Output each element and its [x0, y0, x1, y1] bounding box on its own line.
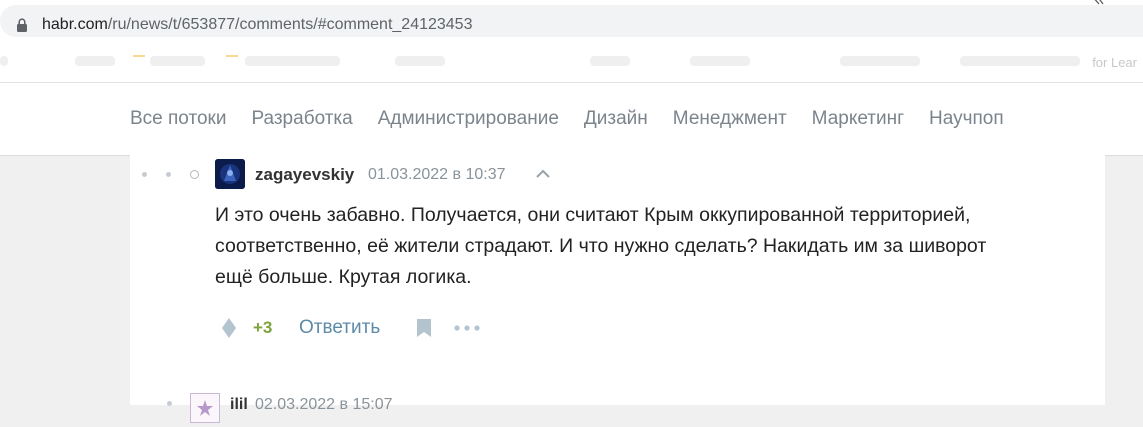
nav-items: Все потоки Разработка Администрирование …: [130, 108, 1029, 130]
bookmark-item[interactable]: [960, 56, 1080, 66]
avatar[interactable]: [190, 393, 220, 423]
comment-line: соответственно, её жители страдают. И чт…: [215, 235, 987, 257]
url-host: habr.com: [42, 16, 108, 33]
comment-author[interactable]: ilil: [230, 396, 248, 414]
bookmark-icon[interactable]: [416, 318, 432, 338]
comment-score: +3: [253, 318, 273, 337]
bookmark-item[interactable]: [75, 56, 115, 66]
nav-item-all-flows[interactable]: Все потоки: [130, 108, 226, 130]
url-field[interactable]: habr.com/ru/news/t/653877/comments/#comm…: [0, 5, 1143, 37]
browser-address-bar: habr.com/ru/news/t/653877/comments/#comm…: [0, 0, 1143, 42]
nav-item-marketing[interactable]: Маркетинг: [812, 108, 904, 130]
comment-timestamp[interactable]: 02.03.2022 в 15:07: [255, 396, 393, 414]
nav-item-administration[interactable]: Администрирование: [378, 108, 559, 130]
flows-navigation: Все потоки Разработка Администрирование …: [0, 82, 1143, 156]
nav-item-development[interactable]: Разработка: [251, 108, 352, 130]
comment-author[interactable]: zagayevskiy: [255, 165, 354, 185]
bookmark-item[interactable]: [150, 56, 205, 66]
lock-icon: [17, 18, 27, 32]
avatar-image: [215, 159, 245, 189]
thread-level-dot[interactable]: [166, 172, 171, 177]
more-options-icon[interactable]: [454, 325, 480, 331]
comment-line: ещё больше. Крутая логика.: [215, 266, 472, 288]
bookmark-item[interactable]: [395, 56, 445, 66]
url-text[interactable]: habr.com/ru/news/t/653877/comments/#comm…: [42, 16, 472, 34]
bookmark-folder-icon: [133, 55, 145, 57]
url-path: /ru/news/t/653877/comments/#comment_2412…: [107, 16, 473, 33]
bookmark-item[interactable]: [840, 56, 920, 66]
thread-parent-circle[interactable]: [190, 170, 199, 179]
vote-diamond-icon[interactable]: [220, 317, 238, 339]
bookmarks-bar: for Lear: [0, 42, 1143, 82]
bookmark-folder-icon: [226, 55, 238, 57]
bookmark-item[interactable]: [590, 56, 630, 66]
thread-level-dot[interactable]: [142, 172, 147, 177]
bookmark-item-label[interactable]: for Lear: [1092, 55, 1137, 70]
comment-timestamp[interactable]: 01.03.2022 в 10:37: [368, 166, 506, 184]
bookmark-item[interactable]: [690, 56, 750, 66]
nav-item-management[interactable]: Менеджмент: [673, 108, 787, 130]
cursor-icon: [1094, 0, 1104, 5]
thread-level-dot[interactable]: [167, 401, 172, 406]
avatar-image: [197, 400, 213, 416]
avatar[interactable]: [215, 159, 245, 189]
bookmark-item[interactable]: [0, 56, 8, 66]
bookmark-item[interactable]: [245, 56, 340, 66]
comment-body: И это очень забавно. Получается, они счи…: [215, 200, 1075, 293]
nav-item-design[interactable]: Дизайн: [584, 108, 648, 130]
chevron-up-icon[interactable]: [535, 168, 551, 180]
reply-button[interactable]: Ответить: [299, 317, 380, 339]
nav-item-popsci[interactable]: Научпоп: [929, 108, 1004, 130]
comment-line: И это очень забавно. Получается, они счи…: [215, 204, 971, 226]
